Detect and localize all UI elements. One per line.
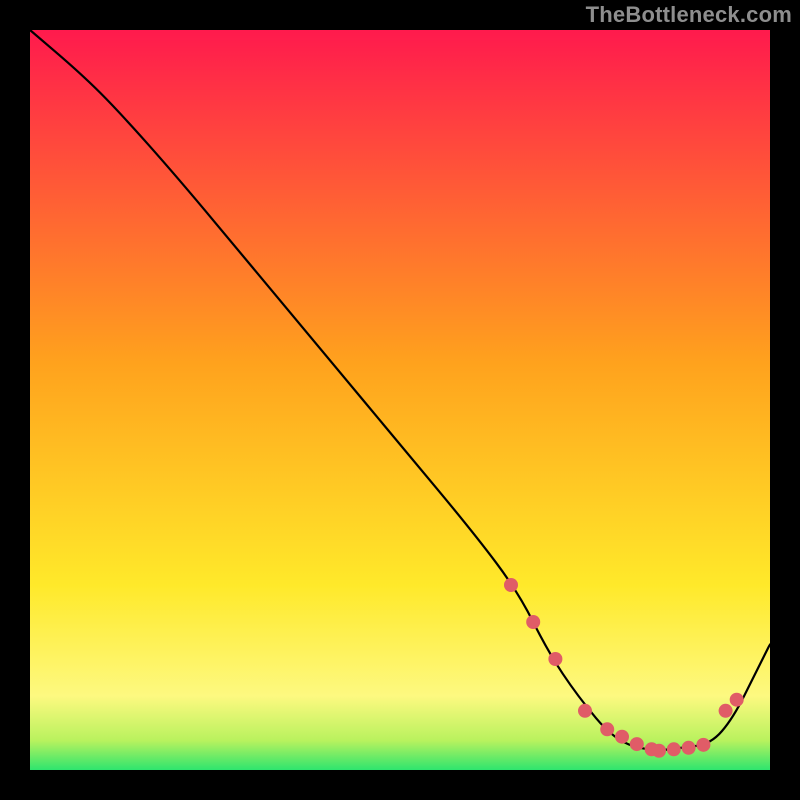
marker-point — [682, 741, 696, 755]
marker-point — [730, 693, 744, 707]
bottleneck-chart: TheBottleneck.com — [0, 0, 800, 800]
chart-svg — [30, 30, 770, 770]
marker-point — [526, 615, 540, 629]
chart-plot-area — [30, 30, 770, 770]
marker-point — [548, 652, 562, 666]
marker-point — [652, 744, 666, 758]
marker-point — [578, 704, 592, 718]
marker-point — [719, 704, 733, 718]
watermark-text: TheBottleneck.com — [586, 2, 792, 28]
marker-point — [696, 738, 710, 752]
marker-point — [630, 737, 644, 751]
marker-point — [504, 578, 518, 592]
marker-point — [667, 742, 681, 756]
marker-point — [615, 730, 629, 744]
marker-point — [600, 722, 614, 736]
gradient-background — [30, 30, 770, 770]
